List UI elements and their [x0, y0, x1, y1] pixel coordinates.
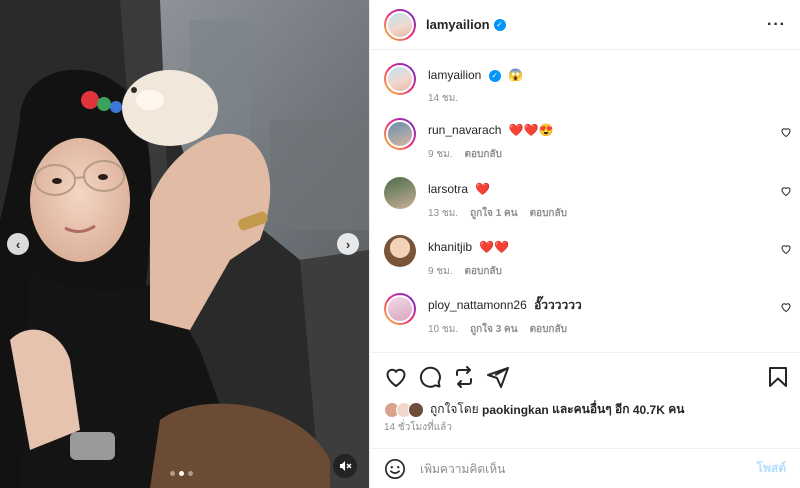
comment-like-heart-icon[interactable]	[780, 185, 792, 197]
comment-time: 13 ชม.	[428, 208, 459, 219]
heart-icon[interactable]	[384, 365, 408, 389]
comment-username[interactable]: ploy_nattamonn26	[428, 298, 527, 312]
post-timestamp[interactable]: 14 ชั่วโมงที่แล้ว	[384, 420, 452, 435]
comment-avatar[interactable]	[384, 118, 416, 150]
post-comment-button[interactable]: โพสต์	[757, 459, 786, 478]
carousel-dot	[170, 471, 175, 476]
comment-icon[interactable]	[418, 365, 442, 389]
comment-text: ❤️	[475, 182, 491, 196]
comment-item: run_navarach ❤️❤️😍 9 ชม. ตอบกลับ	[384, 118, 792, 162]
likes-count[interactable]: 40.7K	[633, 403, 665, 417]
comment-username[interactable]: khanitjib	[428, 240, 472, 254]
caption-avatar[interactable]	[384, 63, 416, 95]
verified-badge-icon: ✓	[493, 18, 506, 31]
reply-button[interactable]: ตอบกลับ	[465, 264, 502, 279]
caption-username[interactable]: lamyailion	[428, 68, 481, 82]
likes-others-text[interactable]: และคนอื่นๆ อีก	[552, 400, 629, 419]
more-options-icon[interactable]: ···	[767, 16, 786, 34]
comment-item: ploy_nattamonn26 อั๊วววววว 10 ชม. ถูกใจ …	[384, 293, 792, 337]
share-icon[interactable]	[452, 365, 476, 389]
bookmark-icon[interactable]	[766, 365, 790, 389]
reply-button[interactable]: ตอบกลับ	[465, 147, 502, 162]
likes-prefix: ถูกใจโดย	[430, 402, 479, 416]
comment-input[interactable]	[420, 461, 757, 476]
chevron-left-icon: ‹	[15, 236, 21, 252]
comment-like-count[interactable]: ถูกใจ 1 คน	[470, 206, 518, 221]
comment-like-heart-icon[interactable]	[780, 243, 792, 255]
comment-item: khanitjib ❤️❤️ 9 ชม. ตอบกลับ	[384, 235, 792, 279]
chevron-right-icon: ›	[345, 236, 351, 252]
likes-suffix: คน	[668, 402, 685, 416]
emoji-icon[interactable]	[384, 458, 406, 480]
post-actions-bar	[370, 352, 800, 398]
carousel-dot	[188, 471, 193, 476]
comment-like-heart-icon[interactable]	[780, 126, 792, 138]
muted-icon	[340, 461, 352, 471]
comment-avatar[interactable]	[384, 293, 416, 325]
comment-time: 9 ชม.	[428, 266, 453, 277]
likes-summary: ถูกใจโดย paokingkan และคนอื่นๆ อีก 40.7K…	[384, 400, 684, 419]
carousel-prev-button[interactable]: ‹	[7, 233, 29, 255]
comment-like-count[interactable]: ถูกใจ 3 คน	[470, 322, 518, 337]
comment-text: อั๊วววววว	[534, 298, 582, 312]
video-frame	[0, 0, 369, 488]
post-header: lamyailion ✓ ···	[370, 0, 800, 50]
liker-username[interactable]: paokingkan	[482, 403, 549, 417]
comment-text: ❤️❤️	[479, 240, 510, 254]
post-side-panel: lamyailion ✓ ··· lamyailion ✓ 😱 14 ชม. r…	[369, 0, 800, 488]
comment-item: larsotra ❤️ 13 ชม. ถูกใจ 1 คน ตอบกลับ	[384, 177, 792, 221]
caption-row: lamyailion ✓ 😱 14 ชม.	[384, 63, 792, 106]
carousel-dot-active	[179, 471, 184, 476]
reply-button[interactable]: ตอบกลับ	[530, 322, 567, 337]
carousel-next-button[interactable]: ›	[337, 233, 359, 255]
send-icon[interactable]	[486, 365, 510, 389]
liker-avatar	[408, 401, 424, 418]
comment-time: 10 ชม.	[428, 324, 459, 335]
comment-like-heart-icon[interactable]	[780, 301, 792, 313]
comment-username[interactable]: run_navarach	[428, 123, 501, 137]
liker-avatars[interactable]	[384, 401, 424, 418]
comment-composer: โพสต์	[370, 448, 800, 488]
post-media[interactable]: ‹ ›	[0, 0, 369, 488]
author-username[interactable]: lamyailion	[426, 17, 490, 32]
mute-toggle-button[interactable]	[333, 454, 357, 478]
comment-avatar[interactable]	[384, 177, 416, 209]
comment-username[interactable]: larsotra	[428, 182, 468, 196]
author-avatar[interactable]	[384, 8, 416, 41]
comment-avatar[interactable]	[384, 235, 416, 267]
verified-badge-icon: ✓	[488, 69, 501, 82]
comments-list: lamyailion ✓ 😱 14 ชม. run_navarach ❤️❤️😍	[370, 51, 800, 352]
comment-text: ❤️❤️😍	[508, 123, 554, 137]
carousel-indicator	[170, 471, 193, 476]
caption-text: 😱	[508, 68, 523, 82]
comment-time: 9 ชม.	[428, 149, 453, 160]
reply-button[interactable]: ตอบกลับ	[530, 206, 567, 221]
caption-time: 14 ชม.	[428, 93, 459, 104]
